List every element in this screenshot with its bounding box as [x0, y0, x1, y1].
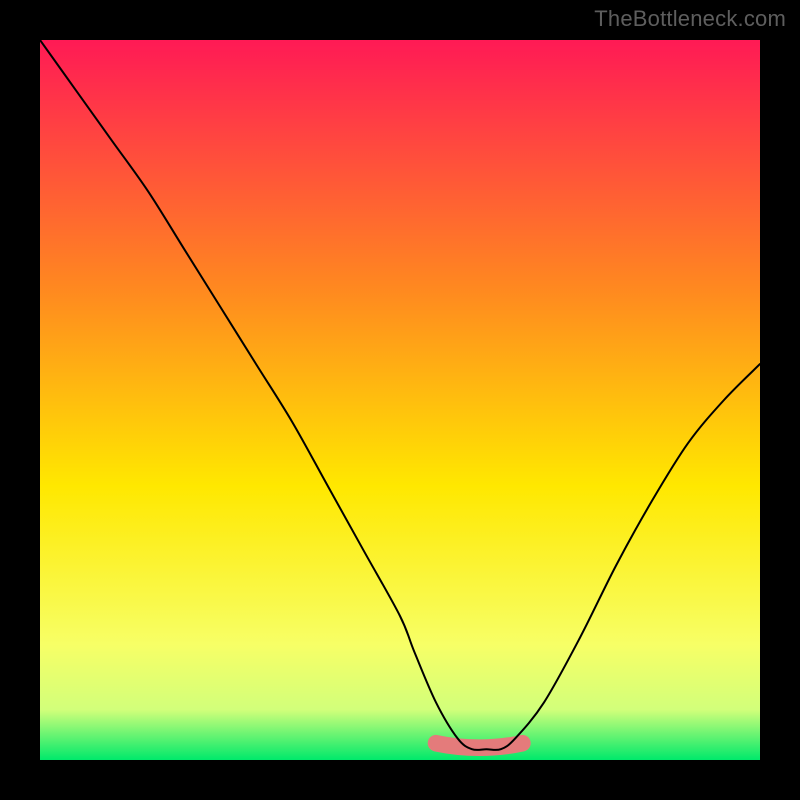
gradient-background: [40, 40, 760, 760]
plot-area: [40, 40, 760, 760]
chart-stage: TheBottleneck.com: [0, 0, 800, 800]
chart-svg: [40, 40, 760, 760]
watermark-text: TheBottleneck.com: [594, 6, 786, 32]
